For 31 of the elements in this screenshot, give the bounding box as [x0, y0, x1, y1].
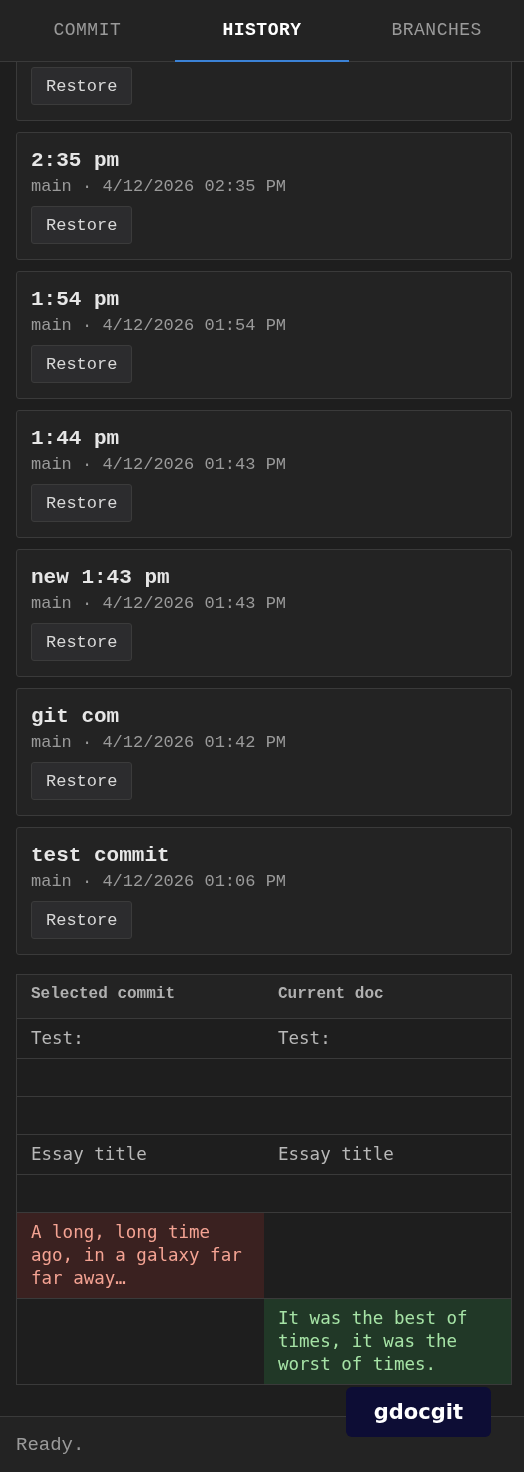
commit-title: test commit	[31, 843, 170, 869]
column-header: Current doc	[277, 984, 385, 1005]
app-badge: gdocgit	[345, 1387, 491, 1437]
restore-button[interactable]: Restore	[31, 67, 133, 105]
commit-meta: main · 4/12/2026 01:43 PM	[31, 454, 287, 476]
status-text: Ready.	[16, 1433, 85, 1456]
table-cell-text: Test:	[277, 1027, 332, 1050]
table-cell-text: Essay title	[30, 1143, 148, 1166]
restore-button[interactable]: Restore	[31, 762, 133, 800]
column-header: Selected commit	[30, 984, 177, 1005]
commit-meta: main · 4/12/2026 01:54 PM	[31, 315, 287, 337]
restore-button[interactable]: Restore	[31, 623, 133, 661]
commit-meta: main · 4/12/2026 01:43 PM	[31, 593, 287, 615]
removed-text-cell: A long, long time ago, in a galaxy far far away…	[17, 1213, 264, 1298]
restore-button[interactable]: Restore	[31, 901, 133, 939]
commit-meta: main · 4/12/2026 02:35 PM	[31, 176, 287, 198]
commit-meta: main · 4/12/2026 01:42 PM	[31, 732, 287, 754]
commit-title: 2:35 pm	[31, 148, 120, 174]
commit-meta: main · 4/12/2026 01:06 PM	[31, 871, 287, 893]
table-cell-text: Test:	[30, 1027, 85, 1050]
table-cell-text: Essay title	[277, 1143, 395, 1166]
restore-button[interactable]: Restore	[31, 345, 133, 383]
added-text-cell: It was the best of times, it was the worst of times.	[264, 1299, 511, 1384]
tab[interactable]: BRANCHES	[349, 0, 524, 62]
commit-title: 1:44 pm	[31, 426, 120, 452]
commit-title: 1:54 pm	[31, 287, 120, 313]
restore-button[interactable]: Restore	[31, 484, 133, 522]
commit-title: new 1:43 pm	[31, 565, 170, 591]
commit-title: git com	[31, 704, 120, 730]
tab[interactable]: COMMIT	[0, 0, 175, 62]
restore-button[interactable]: Restore	[31, 206, 133, 244]
